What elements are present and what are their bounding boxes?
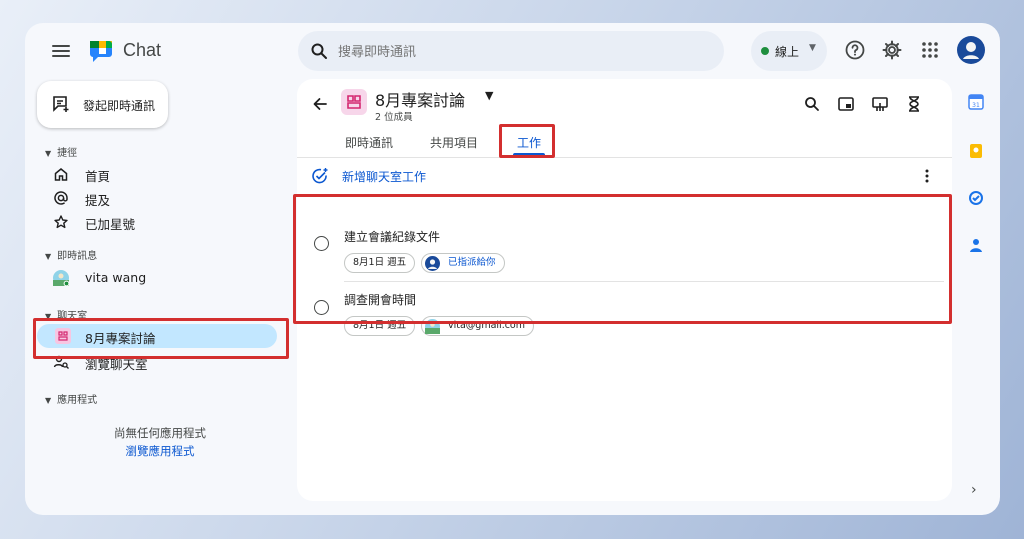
browse-apps-link[interactable]: 瀏覽應用程式: [85, 443, 235, 459]
search-icon: [310, 42, 328, 60]
home-icon: [53, 166, 69, 182]
section-shortcuts[interactable]: ▼ 捷徑: [45, 144, 77, 159]
more-vert-icon[interactable]: [919, 168, 935, 184]
avatar: [53, 270, 70, 287]
add-task-icon[interactable]: [311, 167, 329, 185]
status-selector[interactable]: 線上 ▼: [751, 31, 827, 71]
contacts-icon[interactable]: [968, 237, 984, 253]
add-task-button[interactable]: 新增聊天室工作: [342, 168, 426, 185]
back-arrow-icon[interactable]: [311, 95, 329, 113]
svg-text:31: 31: [972, 102, 980, 109]
at-icon: [53, 190, 69, 206]
apps-grid-icon[interactable]: [919, 39, 941, 61]
calendar-icon[interactable]: 31: [968, 94, 984, 110]
sidebar-item-vita-wang[interactable]: vita wang: [53, 267, 283, 289]
app-name: Chat: [123, 40, 162, 60]
keep-icon[interactable]: [968, 143, 984, 159]
sidebar-item-home[interactable]: 首頁: [53, 163, 283, 185]
star-icon: [53, 214, 69, 230]
picture-in-picture-icon[interactable]: [837, 95, 855, 113]
tabs-divider: [297, 157, 952, 158]
help-icon[interactable]: [844, 39, 866, 61]
chat-window: Chat 線上 ▼ 發起即時通訊 ▼捷徑 首頁: [25, 23, 1000, 515]
sidebar-item-starred[interactable]: 已加星號: [53, 211, 283, 233]
caret-down-icon: ▼: [45, 252, 52, 261]
highlight-tasks-tab: [499, 124, 555, 158]
member-count: 2 位成員: [375, 112, 413, 123]
section-dms[interactable]: ▼ 即時訊息: [45, 247, 97, 262]
highlight-task-list: [293, 194, 952, 324]
chevron-down-icon: ▼: [809, 43, 816, 53]
new-chat-button[interactable]: 發起即時通訊: [37, 81, 168, 128]
chevron-down-icon[interactable]: ▼: [485, 89, 493, 102]
new-chat-label: 發起即時通訊: [83, 99, 156, 113]
chevron-right-icon[interactable]: ›: [971, 482, 977, 498]
section-apps[interactable]: ▼ 應用程式: [45, 391, 97, 406]
caret-down-icon: ▼: [45, 396, 52, 405]
menu-icon[interactable]: [49, 39, 73, 63]
space-icon: [341, 89, 367, 115]
highlight-space-item: [33, 318, 289, 359]
tab-chat[interactable]: 即時通訊: [345, 134, 393, 151]
apps-empty-text: 尚無任何應用程式: [114, 426, 206, 440]
sidebar-item-mentions[interactable]: 提及: [53, 187, 283, 209]
status-label: 線上: [775, 45, 800, 59]
online-status-icon: [761, 47, 769, 55]
meet-icon[interactable]: [871, 95, 889, 113]
caret-down-icon: ▼: [45, 149, 52, 158]
gear-icon[interactable]: [881, 39, 903, 61]
account-avatar[interactable]: [957, 36, 985, 64]
chat-logo-icon: [87, 37, 115, 65]
room-title[interactable]: 8月專案討論: [375, 87, 465, 111]
search-icon[interactable]: [803, 95, 821, 113]
tab-shared[interactable]: 共用項目: [430, 134, 478, 151]
search-bar[interactable]: [298, 31, 724, 71]
new-chat-icon: [52, 95, 70, 113]
hourglass-icon[interactable]: [905, 95, 923, 113]
tasks-icon[interactable]: [968, 190, 984, 206]
search-input[interactable]: [336, 40, 710, 64]
